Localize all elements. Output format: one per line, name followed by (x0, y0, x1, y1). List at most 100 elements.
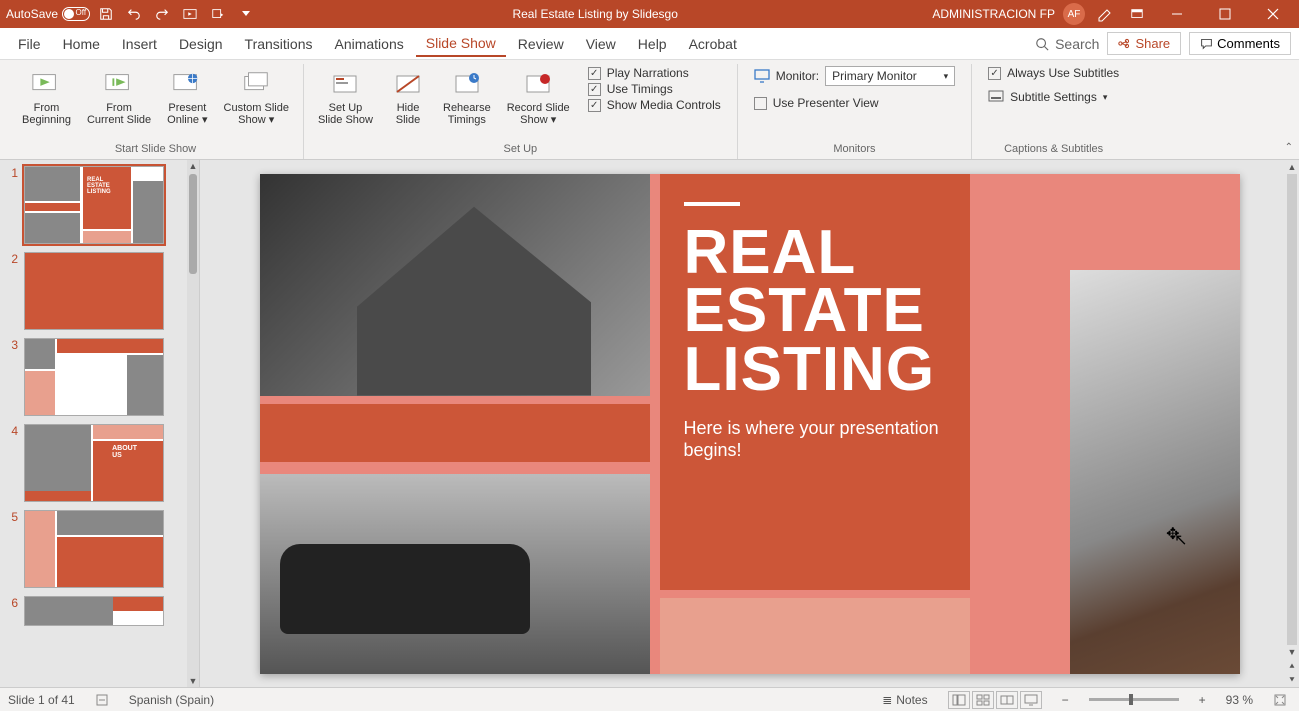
rehearse-button[interactable]: Rehearse Timings (437, 64, 497, 130)
menu-view[interactable]: View (576, 32, 626, 56)
canvas-scrollbar[interactable]: ▲ ▼ ⯅ ⯆ (1285, 160, 1299, 687)
show-media-check[interactable]: ✓Show Media Controls (588, 98, 721, 112)
thumb-number: 4 (4, 424, 18, 438)
rehearse-label: Rehearse Timings (443, 102, 491, 126)
slide-thumbnail[interactable] (24, 338, 164, 416)
maximize-button[interactable] (1205, 0, 1245, 28)
slide-image-sofa[interactable] (260, 474, 650, 674)
scrollbar-thumb[interactable] (189, 174, 197, 274)
menu-slide-show[interactable]: Slide Show (416, 31, 506, 57)
from-beginning-button[interactable]: From Beginning (16, 64, 77, 130)
qat-more-icon[interactable] (234, 2, 258, 26)
custom-show-button[interactable]: Custom Slide Show ▾ (218, 64, 295, 130)
user-name: ADMINISTRACION FP (932, 7, 1055, 21)
use-timings-check[interactable]: ✓Use Timings (588, 82, 721, 96)
play-from-start-icon (30, 68, 62, 100)
hide-slide-button[interactable]: Hide Slide (383, 64, 433, 130)
slide-image-bathroom[interactable] (1070, 270, 1240, 674)
ribbon-display-icon[interactable] (1125, 2, 1149, 26)
slide-thumbnail[interactable] (24, 510, 164, 588)
chevron-down-icon: ▾ (202, 114, 208, 126)
user-avatar[interactable]: AF (1063, 3, 1085, 25)
coming-soon-icon[interactable] (1093, 2, 1117, 26)
autosave-toggle[interactable]: AutoSave Off (6, 7, 90, 21)
slide-indicator[interactable]: Slide 1 of 41 (8, 693, 75, 707)
fit-to-window-icon[interactable] (1269, 693, 1291, 707)
present-online-button[interactable]: Present Online ▾ (161, 64, 213, 130)
setup-icon (329, 68, 361, 100)
ribbon-group-setup: Set Up Slide Show Hide Slide Rehearse Ti… (304, 64, 738, 159)
slide-title-panel[interactable]: REAL ESTATE LISTING Here is where your p… (660, 174, 970, 590)
slide-canvas[interactable]: REAL ESTATE LISTING Here is where your p… (200, 160, 1299, 687)
slide-content[interactable]: REAL ESTATE LISTING Here is where your p… (260, 174, 1240, 674)
menu-transitions[interactable]: Transitions (235, 32, 323, 56)
save-icon[interactable] (94, 2, 118, 26)
undo-icon[interactable] (122, 2, 146, 26)
menu-review[interactable]: Review (508, 32, 574, 56)
reading-view-icon[interactable] (996, 691, 1018, 709)
start-from-beginning-icon[interactable] (178, 2, 202, 26)
zoom-slider[interactable] (1089, 698, 1179, 701)
collapse-ribbon-icon[interactable]: ⌃ (1285, 142, 1293, 153)
thumb-number: 6 (4, 596, 18, 610)
minimize-button[interactable] (1157, 0, 1197, 28)
slide-image-building[interactable] (260, 174, 650, 396)
slide-pink-bar[interactable] (660, 598, 970, 674)
title-bar: AutoSave Off Real Estate Listing by Slid… (0, 0, 1299, 28)
scrollbar-track[interactable] (1287, 174, 1297, 645)
comments-label: Comments (1217, 36, 1280, 51)
close-button[interactable] (1253, 0, 1293, 28)
slide-thumbnail[interactable]: REALESTATELISTING (24, 166, 164, 244)
accessibility-icon[interactable] (91, 693, 113, 707)
menu-animations[interactable]: Animations (324, 32, 413, 56)
prev-slide-icon[interactable]: ⯅ (1285, 659, 1299, 673)
comments-button[interactable]: Comments (1189, 32, 1291, 55)
share-button[interactable]: Share (1107, 32, 1181, 55)
scroll-down-icon[interactable]: ▼ (187, 675, 199, 687)
thumb-number: 1 (4, 166, 18, 180)
play-narrations-check[interactable]: ✓Play Narrations (588, 66, 721, 80)
slide-thumbnail[interactable] (24, 596, 164, 626)
slideshow-view-icon[interactable] (1020, 691, 1042, 709)
scroll-down-icon[interactable]: ▼ (1285, 645, 1299, 659)
menu-acrobat[interactable]: Acrobat (679, 32, 747, 56)
sorter-view-icon[interactable] (972, 691, 994, 709)
record-button[interactable]: Record Slide Show ▾ (501, 64, 576, 130)
setup-show-button[interactable]: Set Up Slide Show (312, 64, 379, 130)
checkbox-checked-icon: ✓ (588, 99, 601, 112)
monitor-icon (754, 69, 770, 83)
always-subtitles-check[interactable]: ✓Always Use Subtitles (988, 66, 1119, 80)
monitor-select[interactable]: Primary Monitor▾ (825, 66, 955, 86)
language-indicator[interactable]: Spanish (Spain) (129, 693, 214, 707)
presenter-view-check[interactable]: Use Presenter View (754, 96, 955, 110)
qat-dropdown-icon[interactable] (206, 2, 230, 26)
scroll-up-icon[interactable]: ▲ (1285, 160, 1299, 174)
normal-view-icon[interactable] (948, 691, 970, 709)
search-box[interactable]: Search (1035, 36, 1099, 52)
slide-thumbnail[interactable]: ABOUTUS (24, 424, 164, 502)
zoom-level[interactable]: 93 % (1226, 693, 1253, 707)
custom-show-label: Custom Slide Show ▾ (224, 102, 289, 126)
comment-icon (1200, 37, 1213, 50)
menu-design[interactable]: Design (169, 32, 233, 56)
next-slide-icon[interactable]: ⯆ (1285, 673, 1299, 687)
slide-title[interactable]: REAL ESTATE LISTING (684, 224, 946, 401)
slide-orange-bar[interactable] (260, 404, 650, 462)
zoom-out-button[interactable]: − (1058, 693, 1073, 707)
group-label-start: Start Slide Show (16, 141, 295, 159)
menu-help[interactable]: Help (628, 32, 677, 56)
slide-subtitle[interactable]: Here is where your presentation begins! (684, 418, 946, 461)
notes-button[interactable]: ≣Notes (878, 693, 931, 707)
menu-home[interactable]: Home (53, 32, 110, 56)
slide-thumbnail[interactable] (24, 252, 164, 330)
menu-file[interactable]: File (8, 32, 51, 56)
from-current-button[interactable]: From Current Slide (81, 64, 157, 130)
scroll-up-icon[interactable]: ▲ (187, 160, 199, 172)
redo-icon[interactable] (150, 2, 174, 26)
zoom-in-button[interactable]: + (1195, 693, 1210, 707)
subtitle-settings-button[interactable]: Subtitle Settings ▾ (988, 90, 1119, 104)
status-bar: Slide 1 of 41 Spanish (Spain) ≣Notes − +… (0, 687, 1299, 711)
menu-insert[interactable]: Insert (112, 32, 167, 56)
chevron-down-icon: ▾ (551, 114, 557, 126)
thumbnails-scrollbar[interactable]: ▲ ▼ (187, 160, 199, 687)
